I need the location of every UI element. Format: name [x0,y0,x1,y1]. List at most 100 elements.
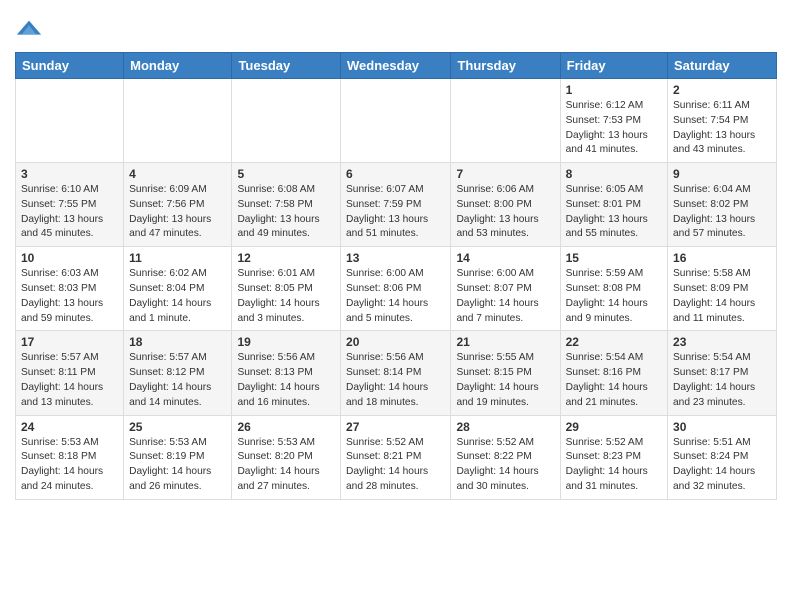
day-info: Sunrise: 6:07 AM Sunset: 7:59 PM Dayligh… [346,183,445,242]
day-number: 2 [673,83,771,97]
day-info: Sunrise: 6:08 AM Sunset: 7:58 PM Dayligh… [237,183,335,242]
day-info: Sunrise: 5:53 AM Sunset: 8:20 PM Dayligh… [237,436,335,495]
calendar-cell: 14 Sunrise: 6:00 AM Sunset: 8:07 PM Dayli… [451,247,560,331]
day-number: 20 [346,335,445,349]
day-info: Sunrise: 6:05 AM Sunset: 8:01 PM Dayligh… [566,183,662,242]
day-info: Sunrise: 6:02 AM Sunset: 8:04 PM Dayligh… [129,267,226,326]
day-number: 5 [237,167,335,181]
calendar-cell: 11 Sunrise: 6:02 AM Sunset: 8:04 PM Dayli… [124,247,232,331]
day-number: 22 [566,335,662,349]
day-number: 29 [566,420,662,434]
day-number: 15 [566,251,662,265]
day-number: 1 [566,83,662,97]
day-info: Sunrise: 5:52 AM Sunset: 8:23 PM Dayligh… [566,436,662,495]
calendar-week-2: 3 Sunrise: 6:10 AM Sunset: 7:55 PM Daylig… [16,163,777,247]
day-number: 3 [21,167,118,181]
calendar-week-5: 24 Sunrise: 5:53 AM Sunset: 8:18 PM Dayli… [16,415,777,499]
weekday-header-row: SundayMondayTuesdayWednesdayThursdayFrid… [16,53,777,79]
calendar-cell: 21Sunrise: 5:55 AM Sunset: 8:15 PM Dayli… [451,331,560,415]
day-number: 10 [21,251,118,265]
day-info: Sunrise: 5:58 AM Sunset: 8:09 PM Dayligh… [673,267,771,326]
calendar-cell: 24 Sunrise: 5:53 AM Sunset: 8:18 PM Dayli… [16,415,124,499]
day-info: Sunrise: 5:54 AM Sunset: 8:16 PM Dayligh… [566,351,662,410]
day-number: 14 [456,251,554,265]
calendar-cell: 23 Sunrise: 5:54 AM Sunset: 8:17 PM Dayli… [668,331,777,415]
calendar-week-4: 17 Sunrise: 5:57 AM Sunset: 8:11 PM Dayli… [16,331,777,415]
day-info: Sunrise: 6:09 AM Sunset: 7:56 PM Dayligh… [129,183,226,242]
calendar-cell: 9 Sunrise: 6:04 AM Sunset: 8:02 PM Daylig… [668,163,777,247]
day-number: 21 [456,335,554,349]
day-info: Sunrise: 5:54 AM Sunset: 8:17 PM Dayligh… [673,351,771,410]
logo [15,16,47,44]
calendar-cell: 26 Sunrise: 5:53 AM Sunset: 8:20 PM Dayli… [232,415,341,499]
day-info: Sunrise: 6:10 AM Sunset: 7:55 PM Dayligh… [21,183,118,242]
day-info: Sunrise: 6:06 AM Sunset: 8:00 PM Dayligh… [456,183,554,242]
day-number: 7 [456,167,554,181]
calendar-cell: 2 Sunrise: 6:11 AM Sunset: 7:54 PM Daylig… [668,79,777,163]
calendar-cell: 27 Sunrise: 5:52 AM Sunset: 8:21 PM Dayli… [341,415,451,499]
day-info: Sunrise: 6:11 AM Sunset: 7:54 PM Dayligh… [673,99,771,158]
weekday-header-tuesday: Tuesday [232,53,341,79]
day-number: 24 [21,420,118,434]
page: SundayMondayTuesdayWednesdayThursdayFrid… [0,0,792,515]
day-number: 9 [673,167,771,181]
day-number: 19 [237,335,335,349]
day-number: 27 [346,420,445,434]
day-number: 26 [237,420,335,434]
calendar-cell: 22 Sunrise: 5:54 AM Sunset: 8:16 PM Dayli… [560,331,667,415]
day-info: Sunrise: 6:12 AM Sunset: 7:53 PM Dayligh… [566,99,662,158]
day-info: Sunrise: 6:01 AM Sunset: 8:05 PM Dayligh… [237,267,335,326]
day-number: 4 [129,167,226,181]
weekday-header-wednesday: Wednesday [341,53,451,79]
calendar-cell [124,79,232,163]
day-info: Sunrise: 6:04 AM Sunset: 8:02 PM Dayligh… [673,183,771,242]
day-number: 11 [129,251,226,265]
calendar-cell: 3 Sunrise: 6:10 AM Sunset: 7:55 PM Daylig… [16,163,124,247]
day-number: 18 [129,335,226,349]
calendar-cell: 28 Sunrise: 5:52 AM Sunset: 8:22 PM Dayli… [451,415,560,499]
calendar-cell: 18 Sunrise: 5:57 AM Sunset: 8:12 PM Dayli… [124,331,232,415]
calendar-cell: 7 Sunrise: 6:06 AM Sunset: 8:00 PM Daylig… [451,163,560,247]
day-number: 30 [673,420,771,434]
day-number: 12 [237,251,335,265]
day-number: 28 [456,420,554,434]
day-info: Sunrise: 5:56 AM Sunset: 8:14 PM Dayligh… [346,351,445,410]
weekday-header-monday: Monday [124,53,232,79]
calendar-table: SundayMondayTuesdayWednesdayThursdayFrid… [15,52,777,500]
day-number: 16 [673,251,771,265]
day-info: Sunrise: 5:57 AM Sunset: 8:11 PM Dayligh… [21,351,118,410]
calendar-week-3: 10 Sunrise: 6:03 AM Sunset: 8:03 PM Dayli… [16,247,777,331]
day-info: Sunrise: 5:53 AM Sunset: 8:19 PM Dayligh… [129,436,226,495]
calendar-cell: 29 Sunrise: 5:52 AM Sunset: 8:23 PM Dayli… [560,415,667,499]
day-number: 25 [129,420,226,434]
calendar-cell [232,79,341,163]
calendar-cell: 16 Sunrise: 5:58 AM Sunset: 8:09 PM Dayli… [668,247,777,331]
day-number: 8 [566,167,662,181]
header [15,10,777,44]
calendar-cell: 20 Sunrise: 5:56 AM Sunset: 8:14 PM Dayli… [341,331,451,415]
day-info: Sunrise: 5:52 AM Sunset: 8:21 PM Dayligh… [346,436,445,495]
calendar-cell: 17 Sunrise: 5:57 AM Sunset: 8:11 PM Dayli… [16,331,124,415]
calendar-cell: 15 Sunrise: 5:59 AM Sunset: 8:08 PM Dayli… [560,247,667,331]
calendar-cell: 4 Sunrise: 6:09 AM Sunset: 7:56 PM Daylig… [124,163,232,247]
day-info: Sunrise: 5:51 AM Sunset: 8:24 PM Dayligh… [673,436,771,495]
calendar-cell: 12 Sunrise: 6:01 AM Sunset: 8:05 PM Dayli… [232,247,341,331]
day-info: Sunrise: 5:52 AM Sunset: 8:22 PM Dayligh… [456,436,554,495]
calendar-cell: 6Sunrise: 6:07 AM Sunset: 7:59 PM Daylig… [341,163,451,247]
day-info: Sunrise: 6:00 AM Sunset: 8:07 PM Dayligh… [456,267,554,326]
day-info: Sunrise: 5:57 AM Sunset: 8:12 PM Dayligh… [129,351,226,410]
calendar-cell [16,79,124,163]
calendar-cell: 19Sunrise: 5:56 AM Sunset: 8:13 PM Dayli… [232,331,341,415]
calendar-cell [451,79,560,163]
day-info: Sunrise: 5:59 AM Sunset: 8:08 PM Dayligh… [566,267,662,326]
calendar-cell: 25 Sunrise: 5:53 AM Sunset: 8:19 PM Dayli… [124,415,232,499]
calendar-cell: 5 Sunrise: 6:08 AM Sunset: 7:58 PM Daylig… [232,163,341,247]
day-info: Sunrise: 6:03 AM Sunset: 8:03 PM Dayligh… [21,267,118,326]
calendar-cell: 8 Sunrise: 6:05 AM Sunset: 8:01 PM Daylig… [560,163,667,247]
calendar-cell: 1 Sunrise: 6:12 AM Sunset: 7:53 PM Daylig… [560,79,667,163]
weekday-header-friday: Friday [560,53,667,79]
day-number: 23 [673,335,771,349]
day-info: Sunrise: 6:00 AM Sunset: 8:06 PM Dayligh… [346,267,445,326]
day-number: 17 [21,335,118,349]
day-info: Sunrise: 5:53 AM Sunset: 8:18 PM Dayligh… [21,436,118,495]
